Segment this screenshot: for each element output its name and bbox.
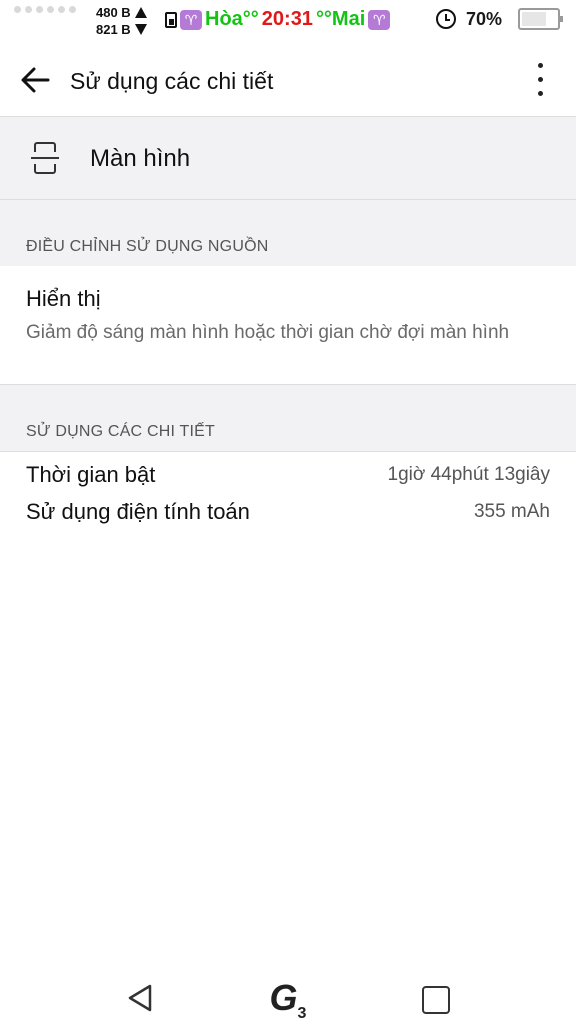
nav-home-button[interactable]: G3 [258,977,318,1023]
battery-icon [518,8,563,30]
display-setting-item[interactable]: Hiển thị Giảm độ sáng màn hình hoặc thời… [0,266,576,385]
status-right-group: 70% [435,8,563,30]
section-header-details: SỬ DỤNG CÁC CHI TIẾT [0,385,576,452]
arrow-left-icon [21,67,50,93]
more-vert-icon-dot [538,91,543,96]
detail-row-power-usage: Sử dụng điện tính toán 355 mAh [0,493,576,529]
upload-arrow-icon [134,7,147,18]
section-header-label: SỬ DỤNG CÁC CHI TIẾT [26,423,215,440]
upload-rate: 480 B [96,5,131,20]
app-bar: Sử dụng các chi tiết [0,44,576,117]
lunar-text-right: °°Mai [315,8,366,30]
display-setting-title: Hiển thị [26,286,101,311]
section-header-label: ĐIỀU CHỈNH SỬ DỤNG NGUỒN [26,238,269,255]
notification-icons [10,6,76,13]
nav-back-button[interactable] [124,982,156,1014]
navigation-bar: G3 [0,964,576,1024]
app-header: Màn hình [0,117,576,200]
detail-value: 1giờ 44phút 13giây [387,464,550,485]
section-header-power-adjust: ĐIỀU CHỈNH SỬ DỤNG NGUỒN [0,200,576,267]
download-rate: 821 B [96,22,131,37]
zodiac-icon: ♈ [368,9,391,30]
detail-label: Sử dụng điện tính toán [26,499,250,524]
notification-dots-icon [14,6,76,13]
more-vert-icon [538,63,543,68]
more-vert-icon-dot [538,77,543,82]
lunar-text-left: Hòa°° [205,8,259,30]
zodiac-icon: ♈ [180,9,202,30]
status-bar: 480 B 821 B ♈ Hòa°° 20:31 °°Mai ♈ 70% [0,0,576,44]
page-title: Sử dụng các chi tiết [70,68,274,94]
app-header-title: Màn hình [90,145,191,172]
more-options-button[interactable] [520,60,560,100]
battery-percent: 70% [465,8,502,29]
clock: 20:31 [261,8,313,30]
alarm-icon [435,9,456,29]
sim-card-icon [165,11,177,28]
back-button[interactable] [12,58,60,102]
network-speed: 480 B 821 B [96,4,147,38]
nav-recents-button[interactable] [422,986,450,1014]
download-arrow-icon [134,24,147,35]
g3-logo: G [269,977,298,1018]
battery-fill [522,12,546,26]
display-setting-description: Giảm độ sáng màn hình hoặc thời gian chờ… [26,322,510,343]
g3-logo-sub: 3 [297,1005,307,1023]
detail-value: 355 mAh [473,501,550,522]
detail-row-screen-on-time: Thời gian bật 1giờ 44phút 13giây [0,456,576,492]
screen-icon [31,142,59,174]
detail-label: Thời gian bật [26,462,156,487]
status-clock-group: ♈ Hòa°° 20:31 °°Mai ♈ [165,8,391,31]
